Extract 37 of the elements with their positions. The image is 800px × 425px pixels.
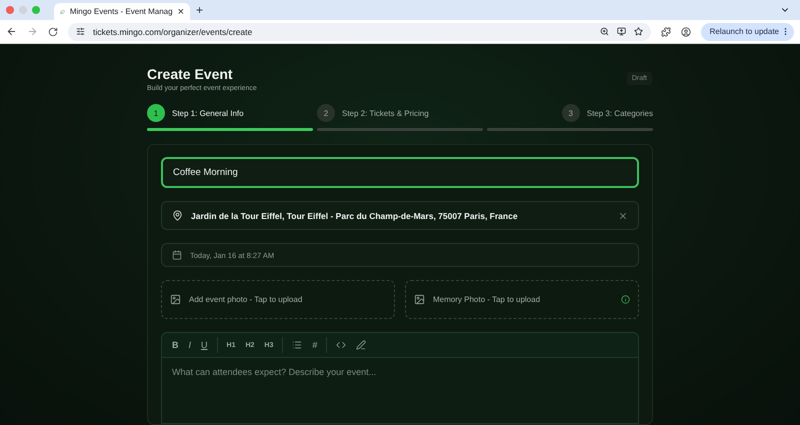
calendar-icon (172, 250, 182, 260)
location-field[interactable]: Jardin de la Tour Eiffel, Tour Eiffel - Parc du Champ-de-Mars, 75007 Paris, France (161, 201, 639, 230)
image-icon (170, 294, 181, 305)
leaf-icon (60, 8, 65, 16)
reload-icon[interactable] (48, 26, 58, 36)
info-icon[interactable] (621, 295, 630, 304)
zoom-icon[interactable] (600, 27, 609, 36)
page-title: Create Event (147, 66, 234, 82)
photo-upload[interactable]: Add event photo - Tap to upload (161, 280, 395, 319)
image-icon (414, 294, 425, 305)
browser-tab[interactable]: Mingo Events - Event Manag × (54, 3, 190, 20)
format-button[interactable]: I (184, 338, 196, 352)
clear-icon[interactable] (618, 210, 628, 220)
address-bar[interactable]: tickets.mingo.com/organizer/events/create (68, 22, 651, 40)
list-icon[interactable] (292, 340, 302, 350)
description-field[interactable]: What can attendees expect? Describe your event... (161, 358, 639, 424)
url-text: tickets.mingo.com/organizer/events/create (93, 26, 252, 36)
format-button[interactable]: B (168, 338, 182, 352)
relaunch-button[interactable]: Relaunch to update (700, 22, 794, 40)
format-button[interactable]: # (308, 338, 322, 352)
event-name-field[interactable]: Coffee Morning (161, 157, 639, 188)
star-icon[interactable] (634, 27, 643, 36)
close-window-button[interactable] (6, 6, 14, 14)
site-settings-icon[interactable] (76, 27, 85, 36)
profile-icon[interactable] (680, 26, 691, 36)
step-tab[interactable]: 3 Step 3: Categories (562, 104, 653, 122)
map-pin-icon (172, 210, 183, 221)
photo-upload[interactable]: Memory Photo - Tap to upload (405, 280, 639, 319)
pen-icon[interactable] (356, 340, 366, 350)
format-button[interactable]: U (197, 338, 212, 352)
extensions-icon[interactable] (660, 26, 671, 36)
code-icon[interactable] (336, 340, 346, 350)
step-tab[interactable]: 1 Step 1: General Info (147, 104, 244, 122)
step-tab[interactable]: 2 Step 2: Tickets & Pricing (317, 104, 429, 122)
tab-close-button[interactable]: × (178, 6, 184, 18)
new-tab-button[interactable]: + (196, 3, 204, 17)
back-icon[interactable] (6, 26, 17, 37)
